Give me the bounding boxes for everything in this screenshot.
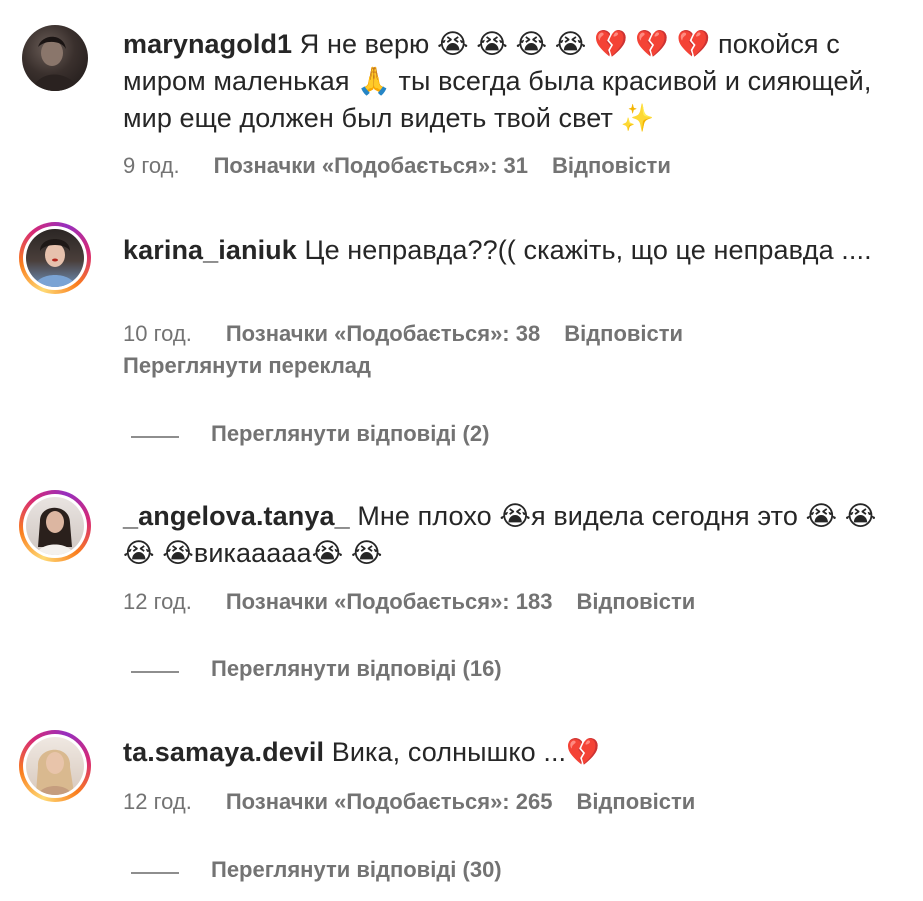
avatar-story-ring[interactable]: [19, 490, 91, 562]
see-translation-link[interactable]: Переглянути переклад: [123, 353, 371, 379]
likes-count-link[interactable]: Позначки «Подобається»: 31: [214, 153, 528, 179]
comment-username[interactable]: ta.samaya.devil: [123, 737, 324, 767]
reply-button[interactable]: Відповісти: [564, 321, 683, 347]
comment-body: karina_ianiuk Це неправда??(( скажіть, щ…: [123, 232, 903, 269]
comment-username[interactable]: marynagold1: [123, 29, 292, 59]
comment-text: Це неправда??(( скажіть, що це неправда …: [296, 235, 872, 265]
comment-meta: 10 год. Позначки «Подобається»: 38 Відпові…: [123, 321, 683, 347]
view-replies-label[interactable]: Переглянути відповіді (16): [211, 656, 502, 682]
comment-body: marynagold1 Я не верю 😭 😭 😭 😭 💔 💔 💔 поко…: [123, 26, 903, 137]
comment-time[interactable]: 9 год.: [123, 153, 180, 179]
comment-body: ta.samaya.devil Вика, солнышко ...💔: [123, 734, 903, 771]
reply-button[interactable]: Відповісти: [552, 153, 671, 179]
view-replies-label[interactable]: Переглянути відповіді (2): [211, 421, 489, 447]
comment-meta: 9 год. Позначки «Подобається»: 31 Відповіс…: [123, 153, 671, 179]
avatar[interactable]: [22, 25, 88, 91]
likes-count-link[interactable]: Позначки «Подобається»: 38: [226, 321, 540, 347]
avatar-story-ring[interactable]: [19, 730, 91, 802]
comment-meta: 12 год. Позначки «Подобається»: 265 Відпов…: [123, 789, 695, 815]
replies-divider-line: [131, 872, 179, 874]
comment-text: Вика, солнышко ...💔: [324, 737, 600, 767]
comment-meta: 12 год. Позначки «Подобається»: 183 Відпов…: [123, 589, 695, 615]
avatar-story-ring[interactable]: [19, 222, 91, 294]
likes-count-link[interactable]: Позначки «Подобається»: 265: [226, 789, 553, 815]
replies-divider-line: [131, 436, 179, 438]
avatar[interactable]: [26, 737, 84, 795]
avatar-photo-icon: [34, 239, 76, 287]
avatar-photo-icon: [36, 507, 74, 555]
avatar[interactable]: [26, 229, 84, 287]
avatar-photo-icon: [32, 36, 80, 91]
avatar-photo-icon: [36, 749, 74, 795]
comment-time[interactable]: 12 год.: [123, 789, 192, 815]
comment-time[interactable]: 12 год.: [123, 589, 192, 615]
view-replies-label[interactable]: Переглянути відповіді (30): [211, 857, 502, 883]
reply-button[interactable]: Відповісти: [576, 589, 695, 615]
avatar[interactable]: [26, 497, 84, 555]
likes-count-link[interactable]: Позначки «Подобається»: 183: [226, 589, 553, 615]
comment-time[interactable]: 10 год.: [123, 321, 192, 347]
comment-body: _angelova.tanya_ Мне плохо 😭я видела сег…: [123, 498, 903, 572]
comment-username[interactable]: _angelova.tanya_: [123, 501, 350, 531]
reply-button[interactable]: Відповісти: [576, 789, 695, 815]
replies-divider-line: [131, 671, 179, 673]
comment-username[interactable]: karina_ianiuk: [123, 235, 297, 265]
